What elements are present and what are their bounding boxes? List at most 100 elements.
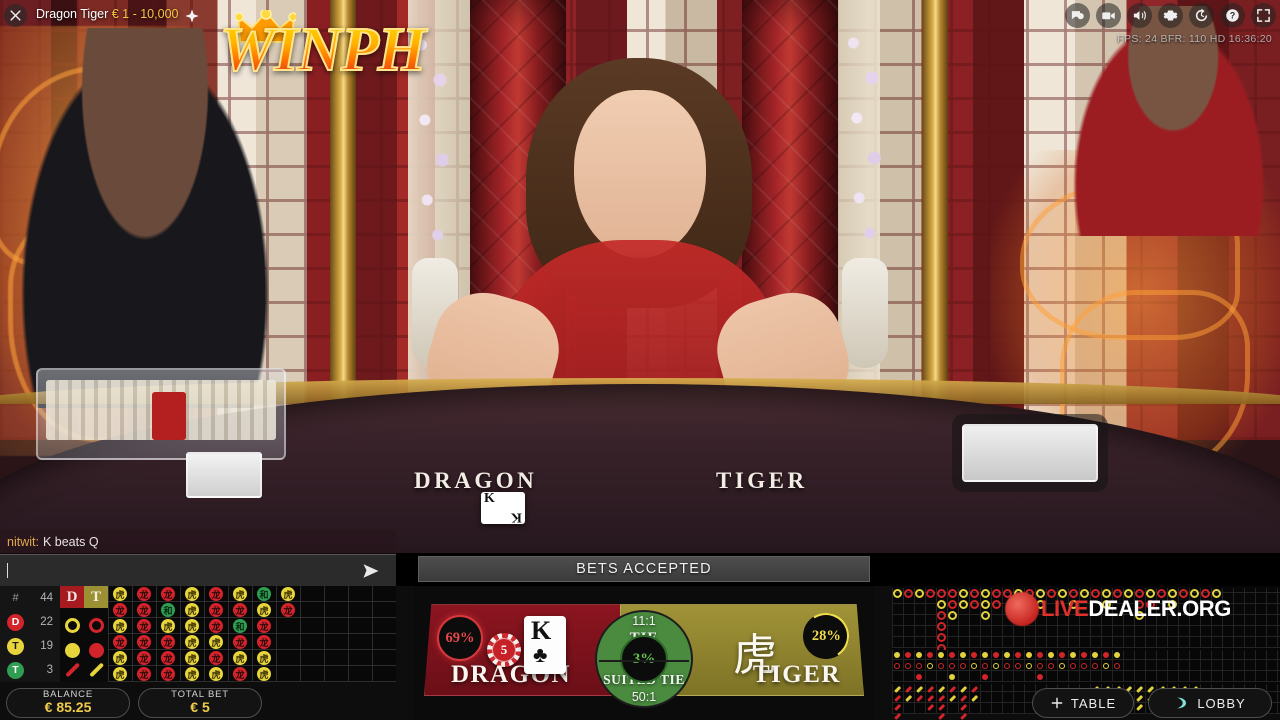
- stat-badge-dragon: D: [7, 613, 24, 631]
- small-road-cell: [894, 652, 900, 658]
- bead-road[interactable]: 虎龙虎龙虎虎龙龙龙龙龙龙龙和虎龙龙龙虎虎虎虎虎虎龙龙龙虎龙虎虎龙和龙虎龙和虎龙龙…: [108, 586, 396, 682]
- bead-road-cell: 龙: [113, 603, 127, 617]
- small-road-cell: [1114, 652, 1120, 658]
- big-road-cell: [948, 589, 957, 598]
- small-road-cell: [916, 674, 922, 680]
- card-shoe-left: [186, 452, 262, 498]
- big-road-cell: [937, 589, 946, 598]
- small-road-cell: [916, 652, 922, 658]
- watermark-ball-icon: [1005, 592, 1039, 626]
- small-road-cell: [938, 652, 944, 658]
- bead-road-cell: 龙: [209, 587, 223, 601]
- small-road[interactable]: [892, 650, 1280, 682]
- game-title-name: Dragon Tiger: [36, 7, 109, 21]
- prediction-cell-tiger: [84, 608, 108, 682]
- watermark-live: LIVE: [1041, 596, 1089, 621]
- blossom-branch-right: [836, 18, 894, 268]
- table-spot-dragon: DRAGON: [414, 468, 538, 493]
- small-road-cell: [1048, 652, 1054, 658]
- chat-input-row[interactable]: [0, 554, 396, 586]
- big-road-cell: [948, 611, 957, 620]
- chat-icon[interactable]: [1065, 3, 1090, 28]
- history-icon[interactable]: [1189, 3, 1214, 28]
- gear-icon[interactable]: [1158, 3, 1183, 28]
- small-road-cell: [1059, 663, 1065, 669]
- bead-road-cell: 和: [233, 619, 247, 633]
- chat-text-caret: [7, 563, 8, 578]
- small-road-cell: [1092, 663, 1098, 669]
- bead-road-cell: 虎: [257, 667, 271, 681]
- big-road-cell: [948, 600, 957, 609]
- stat-dragon-value: 22: [40, 616, 53, 628]
- big-road-cell: [937, 633, 946, 642]
- big-road-cell: [992, 589, 1001, 598]
- small-road-cell: [1015, 652, 1021, 658]
- stat-total-value: 44: [40, 592, 53, 604]
- small-road-cell: [1004, 652, 1010, 658]
- bead-road-cell: 虎: [185, 651, 199, 665]
- close-icon: [10, 10, 21, 21]
- table-spot-tiger: TIGER: [716, 468, 808, 493]
- prediction-column: D T: [60, 586, 108, 682]
- prediction-header-tiger[interactable]: T: [84, 586, 108, 608]
- dealt-card-dragon: K K: [481, 491, 525, 525]
- help-icon[interactable]: ?: [1220, 3, 1245, 28]
- top-icon-group: ?: [1065, 3, 1276, 28]
- bead-road-cell: 龙: [137, 619, 151, 633]
- bead-road-cell: 虎: [185, 587, 199, 601]
- total-bet-display: TOTAL BET € 5: [138, 688, 262, 718]
- add-table-button[interactable]: TABLE: [1032, 688, 1134, 718]
- small-road-cell: [916, 663, 922, 669]
- bead-road-cell: 虎: [233, 651, 247, 665]
- game-table-limits: € 1 - 10,000: [111, 7, 179, 21]
- volume-icon[interactable]: [1127, 3, 1152, 28]
- small-road-cell: [1092, 652, 1098, 658]
- sparkle-icon[interactable]: [184, 8, 200, 24]
- stat-row-dragon: D 22: [0, 610, 60, 634]
- chat-last-message: nitwit: K beats Q: [0, 530, 396, 554]
- bead-road-cell: 虎: [185, 619, 199, 633]
- gold-frame-right: [922, 0, 948, 440]
- bead-road-cell: 虎: [257, 603, 271, 617]
- small-road-cell: [960, 663, 966, 669]
- chat-message-text: K beats Q: [42, 535, 99, 549]
- bead-road-cell: 虎: [161, 619, 175, 633]
- big-road-cell: [970, 600, 979, 609]
- big-road-cell: [981, 611, 990, 620]
- bead-road-cell: 龙: [137, 667, 151, 681]
- bead-road-cell: 龙: [161, 651, 175, 665]
- small-road-cell: [1037, 663, 1043, 669]
- prediction-dot-yellow: [64, 643, 80, 659]
- send-icon[interactable]: [362, 562, 380, 580]
- close-game-button[interactable]: [4, 4, 27, 27]
- small-road-cell: [927, 663, 933, 669]
- bead-road-cell: 虎: [113, 651, 127, 665]
- lobby-arrow-icon: [1177, 697, 1187, 709]
- bead-road-cell: 虎: [185, 667, 199, 681]
- svg-text:?: ?: [1230, 11, 1235, 21]
- video-camera-icon[interactable]: [1096, 3, 1121, 28]
- big-road-cell: [937, 600, 946, 609]
- bead-road-cell: 虎: [113, 587, 127, 601]
- dragon-percent-badge: 69%: [437, 615, 483, 661]
- stat-row-tiger: T 19: [0, 634, 60, 658]
- bead-road-cell: 龙: [137, 651, 151, 665]
- side-dealer-left: [10, 28, 280, 408]
- bead-road-cell: 龙: [257, 619, 271, 633]
- add-table-label: TABLE: [1070, 695, 1117, 711]
- card-shoe-right: [962, 424, 1098, 482]
- bead-road-cell: 龙: [233, 603, 247, 617]
- lobby-button[interactable]: LOBBY: [1148, 688, 1272, 718]
- prediction-header-dragon[interactable]: D: [60, 586, 84, 608]
- tiger-percent-badge: 28%: [798, 608, 854, 664]
- bead-road-cell: 龙: [137, 603, 151, 617]
- small-road-cell: [1048, 663, 1054, 669]
- small-road-cell: [982, 652, 988, 658]
- bead-road-cell: 虎: [257, 651, 271, 665]
- bead-road-cell: 龙: [137, 635, 151, 649]
- bead-road-cell: 龙: [209, 619, 223, 633]
- small-road-cell: [971, 652, 977, 658]
- fullscreen-icon[interactable]: [1251, 3, 1276, 28]
- dealer-face: [574, 90, 706, 258]
- game-title: Dragon Tiger € 1 - 10,000: [36, 7, 178, 21]
